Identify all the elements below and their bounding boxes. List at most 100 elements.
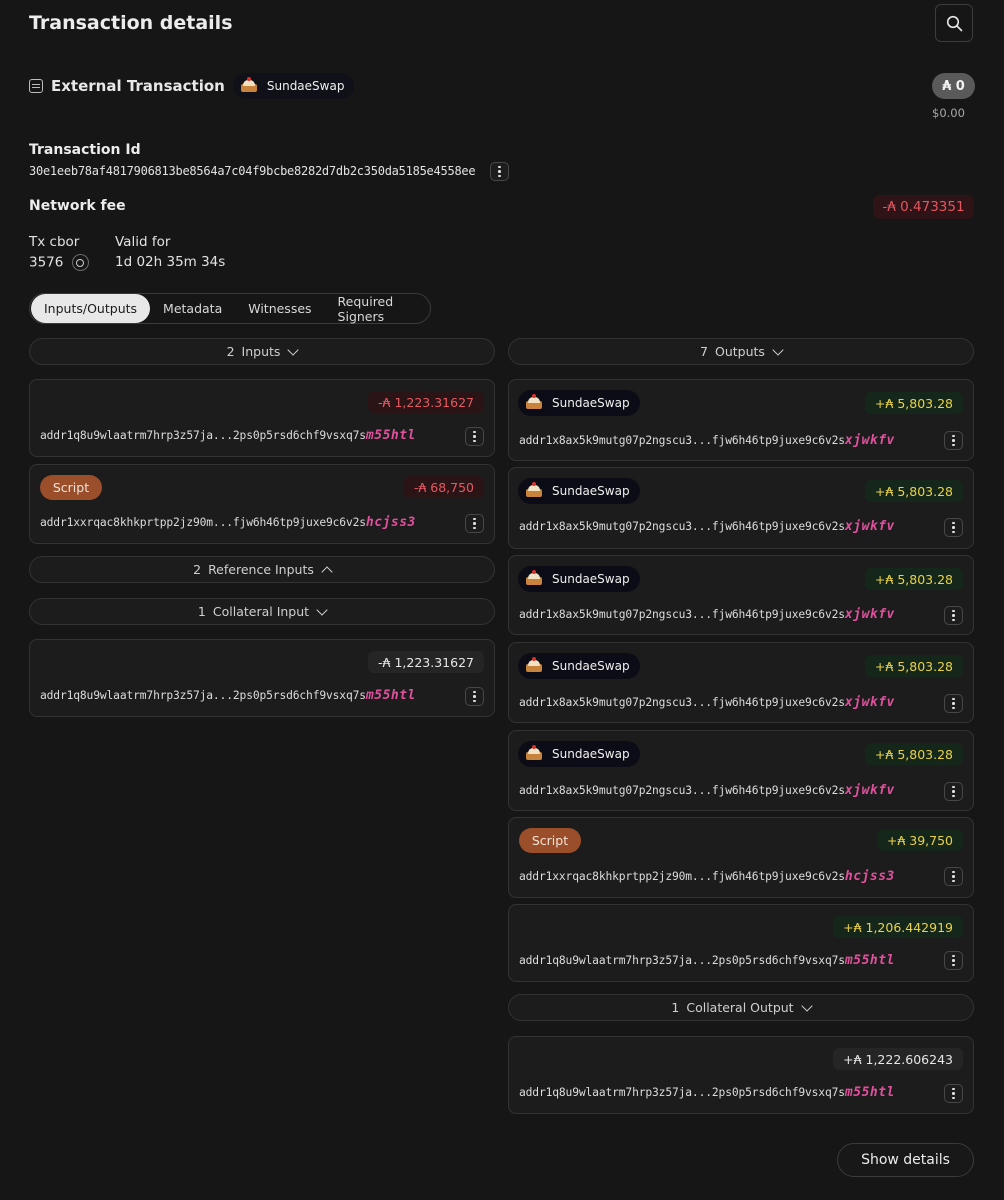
tab-inputs-outputs[interactable]: Inputs/Outputs	[31, 294, 151, 323]
output-address[interactable]: addr1q8u9wlaatrm7hrp3z57ja...2ps0p5rsd6c…	[519, 953, 895, 968]
dapp-chip[interactable]: SundaeSwap	[518, 566, 640, 592]
collateral-output-toggle[interactable]: 1 Collateral Output	[508, 994, 974, 1021]
input-card: Script -₳ 68,750 addr1xxrqac8khkprtpp2jz…	[29, 464, 495, 544]
tx-cbor-copy-icon[interactable]	[71, 254, 89, 271]
output-amount: +₳ 5,803.28	[864, 743, 963, 765]
dapp-chip[interactable]: SundaeSwap	[518, 653, 640, 679]
dapp-chip[interactable]: SundaeSwap	[518, 478, 640, 504]
reference-inputs-count: 2	[193, 562, 202, 577]
address-suffix: m55htl	[365, 428, 416, 443]
ada-amount-badge: ₳ 0	[932, 73, 975, 99]
dapp-name: SundaeSwap	[552, 747, 630, 761]
input-amount: -₳ 1,223.31627	[368, 391, 484, 413]
dapp-name: SundaeSwap	[552, 396, 630, 410]
output-address[interactable]: addr1x8ax5k9mutg07p2ngscu3...fjw6h46tp9j…	[519, 695, 895, 710]
address-suffix: m55htl	[844, 1085, 895, 1100]
sundaeswap-icon	[524, 393, 544, 413]
input-amount: -₳ 68,750	[403, 476, 484, 498]
page-title: Transaction details	[29, 12, 233, 34]
output-card: SundaeSwap +₳ 5,803.28 addr1x8ax5k9mutg0…	[508, 642, 974, 723]
chevron-down-icon	[772, 343, 784, 356]
sundaeswap-icon	[524, 744, 544, 764]
output-amount: +₳ 5,803.28	[864, 392, 963, 414]
output-amount: +₳ 5,803.28	[864, 655, 963, 677]
output-card: SundaeSwap +₳ 5,803.28 addr1x8ax5k9mutg0…	[508, 379, 974, 461]
output-address[interactable]: addr1x8ax5k9mutg07p2ngscu3...fjw6h46tp9j…	[519, 783, 895, 798]
address-suffix: m55htl	[365, 688, 416, 703]
sundaeswap-icon	[239, 76, 259, 96]
collateral-input-label: Collateral Input	[212, 604, 310, 619]
output-card: Script +₳ 39,750 addr1xxrqac8khkprtpp2jz…	[508, 817, 974, 898]
tx-cbor-label: Tx cbor	[29, 234, 80, 250]
output-card: +₳ 1,206.442919 addr1q8u9wlaatrm7hrp3z57…	[508, 904, 974, 982]
input-address[interactable]: addr1xxrqac8khkprtpp2jz90m...fjw6h46tp9j…	[40, 515, 416, 530]
output-amount: +₳ 5,803.28	[864, 480, 963, 502]
address-suffix: hcjss3	[365, 515, 416, 530]
dapp-name: SundaeSwap	[552, 572, 630, 586]
output-address[interactable]: addr1x8ax5k9mutg07p2ngscu3...fjw6h46tp9j…	[519, 519, 895, 534]
collateral-output-card: +₳ 1,222.606243 addr1q8u9wlaatrm7hrp3z57…	[508, 1036, 974, 1114]
show-details-button[interactable]: Show details	[837, 1143, 974, 1177]
address-suffix: m55htl	[844, 953, 895, 968]
inputs-label: Inputs	[241, 344, 281, 359]
tab-metadata[interactable]: Metadata	[150, 294, 235, 323]
search-button[interactable]	[935, 4, 973, 42]
transaction-id-label: Transaction Id	[29, 142, 141, 158]
inputs-section-toggle[interactable]: 2 Inputs	[29, 338, 495, 365]
valid-for-value: 1d 02h 35m 34s	[115, 254, 226, 270]
output-menu-button[interactable]	[944, 867, 963, 886]
collateral-input-count: 1	[197, 604, 206, 619]
input-menu-button[interactable]	[465, 514, 484, 533]
input-menu-button[interactable]	[465, 427, 484, 446]
chevron-down-icon	[800, 999, 813, 1012]
input-address[interactable]: addr1q8u9wlaatrm7hrp3z57ja...2ps0p5rsd6c…	[40, 428, 416, 443]
network-fee-value: -₳ 0.473351	[873, 195, 974, 219]
collateral-output-menu-button[interactable]	[944, 1084, 963, 1103]
dapp-chip[interactable]: SundaeSwap	[518, 390, 640, 416]
collateral-input-menu-button[interactable]	[465, 687, 484, 706]
script-badge: Script	[40, 475, 102, 500]
output-menu-button[interactable]	[944, 694, 963, 713]
address-suffix: xjwkfv	[844, 607, 895, 622]
output-address[interactable]: addr1x8ax5k9mutg07p2ngscu3...fjw6h46tp9j…	[519, 607, 895, 622]
tx-cbor-value: 3576	[29, 254, 64, 271]
reference-inputs-toggle[interactable]: 2 Reference Inputs	[29, 556, 495, 583]
transaction-id-menu-button[interactable]	[490, 162, 509, 181]
usd-amount: $0.00	[932, 106, 965, 120]
outputs-count: 7	[700, 344, 708, 359]
collateral-input-amount: -₳ 1,223.31627	[368, 651, 484, 673]
collateral-input-address[interactable]: addr1q8u9wlaatrm7hrp3z57ja...2ps0p5rsd6c…	[40, 688, 416, 703]
output-menu-button[interactable]	[944, 951, 963, 970]
collateral-output-address[interactable]: addr1q8u9wlaatrm7hrp3z57ja...2ps0p5rsd6c…	[519, 1085, 895, 1100]
outputs-section-toggle[interactable]: 7 Outputs	[508, 338, 974, 365]
tab-required-signers[interactable]: Required Signers	[325, 294, 429, 324]
dapp-chip[interactable]: SundaeSwap	[232, 73, 355, 99]
collateral-output-amount: +₳ 1,222.606243	[833, 1048, 963, 1070]
output-menu-button[interactable]	[944, 606, 963, 625]
sundaeswap-icon	[524, 656, 544, 676]
output-menu-button[interactable]	[944, 782, 963, 801]
output-card: SundaeSwap +₳ 5,803.28 addr1x8ax5k9mutg0…	[508, 467, 974, 549]
tx-cbor-row: 3576	[29, 254, 89, 271]
search-icon	[946, 15, 962, 31]
outputs-label: Outputs	[715, 344, 765, 359]
collateral-input-card: -₳ 1,223.31627 addr1q8u9wlaatrm7hrp3z57j…	[29, 639, 495, 717]
collateral-input-toggle[interactable]: 1 Collateral Input	[29, 598, 495, 625]
external-transaction-label: External Transaction	[51, 77, 225, 95]
output-address[interactable]: addr1x8ax5k9mutg07p2ngscu3...fjw6h46tp9j…	[519, 433, 895, 448]
address-suffix: xjwkfv	[844, 519, 895, 534]
tab-witnesses[interactable]: Witnesses	[235, 294, 324, 323]
output-card: SundaeSwap +₳ 5,803.28 addr1x8ax5k9mutg0…	[508, 730, 974, 811]
address-suffix: xjwkfv	[844, 695, 895, 710]
output-menu-button[interactable]	[944, 518, 963, 537]
dapp-chip[interactable]: SundaeSwap	[518, 741, 640, 767]
chevron-down-icon	[316, 603, 328, 616]
output-menu-button[interactable]	[944, 431, 963, 450]
tab-bar: Inputs/Outputs Metadata Witnesses Requir…	[29, 293, 431, 324]
dapp-name: SundaeSwap	[552, 659, 630, 673]
collateral-output-count: 1	[671, 1000, 680, 1015]
chevron-up-icon	[321, 565, 333, 578]
address-suffix: xjwkfv	[844, 433, 895, 448]
sundaeswap-icon	[524, 481, 544, 501]
output-address[interactable]: addr1xxrqac8khkprtpp2jz90m...fjw6h46tp9j…	[519, 869, 895, 884]
